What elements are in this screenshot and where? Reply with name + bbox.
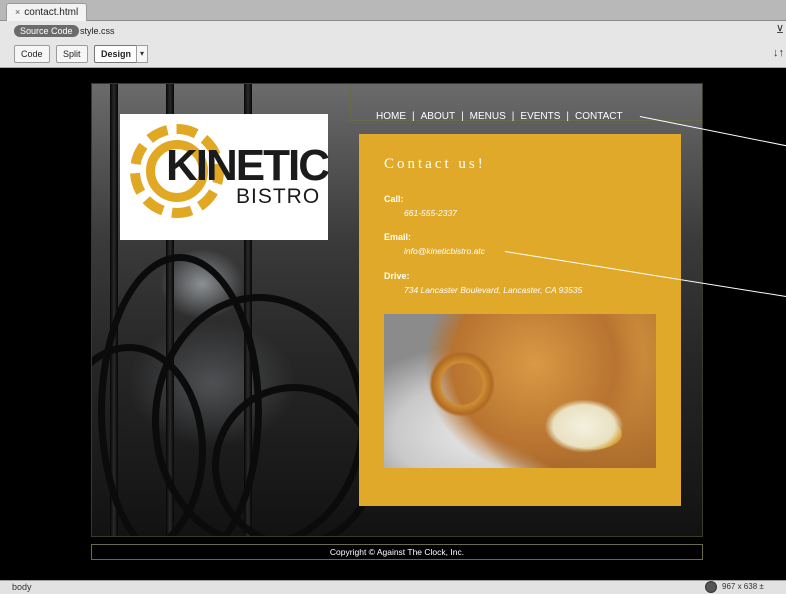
source-code-button[interactable]: Source Code bbox=[14, 25, 79, 37]
document-toolbar: Code Split Design ▾ ↓↑ bbox=[0, 41, 786, 68]
nav-home[interactable]: HOME bbox=[376, 111, 406, 122]
email-link[interactable]: info@kineticbistro.atc bbox=[404, 246, 485, 256]
drive-value: 734 Lancaster Boulevard, Lancaster, CA 9… bbox=[404, 285, 583, 295]
footer: Copyright © Against The Clock, Inc. bbox=[91, 544, 703, 560]
contact-title: Contact us! bbox=[384, 156, 486, 172]
call-label: Call: bbox=[384, 194, 404, 204]
nav-about[interactable]: ABOUT bbox=[421, 111, 455, 122]
split-view-button[interactable]: Split bbox=[56, 45, 88, 63]
nav-contact[interactable]: CONTACT bbox=[575, 111, 623, 122]
status-bar: body 967 x 638 ± bbox=[0, 580, 786, 594]
onion-rings-photo bbox=[384, 314, 656, 468]
email-label: Email: bbox=[384, 232, 412, 242]
kinetic-bistro-logo: KINETIC BISTRO bbox=[120, 114, 330, 240]
page-container: KINETIC BISTRO HOME | ABOUT | MENUS | EVENTS | C… bbox=[91, 83, 703, 537]
code-view-button[interactable]: Code bbox=[14, 45, 50, 63]
close-tab-icon[interactable]: × bbox=[15, 7, 20, 17]
contact-panel: Contact us! Call: 661-555-2337 Email: in… bbox=[359, 134, 681, 506]
document-tab-bar: × contact.html bbox=[0, 0, 786, 21]
tag-selector-body[interactable]: body bbox=[12, 582, 32, 592]
document-tab[interactable]: × contact.html bbox=[6, 3, 88, 21]
document-tab-label: contact.html bbox=[24, 7, 79, 18]
nav-menus[interactable]: MENUS bbox=[470, 111, 506, 122]
window-size[interactable]: 967 x 638 ± bbox=[722, 582, 764, 591]
view-dropdown-icon[interactable]: ▾ bbox=[136, 45, 148, 63]
design-canvas[interactable]: KINETIC BISTRO HOME | ABOUT | MENUS | EVENTS | C… bbox=[0, 68, 786, 580]
call-value: 661-555-2337 bbox=[404, 208, 457, 218]
filter-icon[interactable]: ⊻ bbox=[776, 23, 784, 36]
main-nav: HOME | ABOUT | MENUS | EVENTS | CONTACT bbox=[376, 111, 623, 122]
nav-events[interactable]: EVENTS bbox=[520, 111, 560, 122]
related-files-bar: Source Code style.css ⊻ bbox=[0, 21, 786, 41]
chair-scroll bbox=[212, 384, 376, 536]
nav-separator: | bbox=[412, 111, 415, 122]
logo-subtitle: BISTRO bbox=[236, 185, 321, 208]
logo-word: KINETIC bbox=[166, 141, 330, 190]
design-view-button[interactable]: Design bbox=[94, 45, 139, 63]
related-file-style-css[interactable]: style.css bbox=[80, 25, 115, 37]
copyright-text: Copyright © Against The Clock, Inc. bbox=[329, 547, 465, 557]
nav-separator: | bbox=[566, 111, 570, 122]
sort-arrows-icon[interactable]: ↓↑ bbox=[773, 47, 784, 59]
drive-label: Drive: bbox=[384, 271, 410, 281]
nav-separator: | bbox=[461, 111, 464, 122]
globe-icon[interactable] bbox=[705, 581, 717, 593]
nav-separator: | bbox=[511, 111, 515, 122]
